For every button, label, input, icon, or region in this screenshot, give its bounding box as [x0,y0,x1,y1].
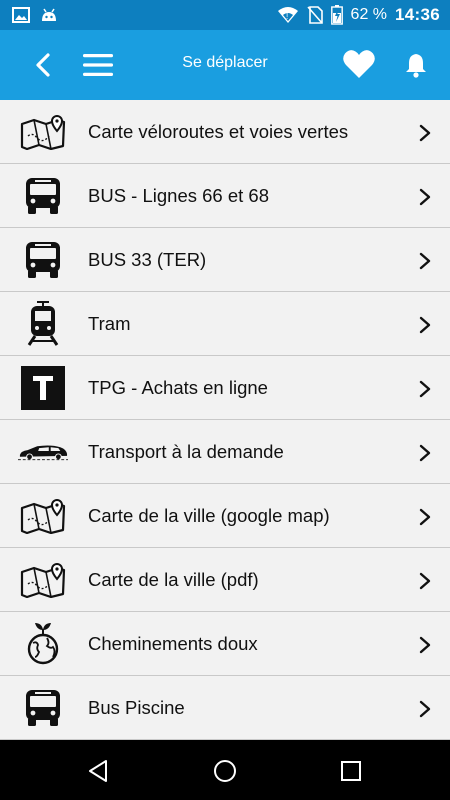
list-item-label: BUS - Lignes 66 et 68 [88,184,269,206]
list-item[interactable]: Carte de la ville (google map) [0,484,450,548]
chevron-right-icon [419,252,431,270]
list-item-label: Tram [88,312,131,334]
list-item-label: Transport à la demande [88,440,284,462]
list-item[interactable]: TPG - Achats en ligne [0,356,450,420]
list-item-label: BUS 33 (TER) [88,248,207,270]
bus-icon [18,236,68,284]
list-item-label: TPG - Achats en ligne [88,376,268,398]
chevron-right-icon [419,380,431,398]
nav-back-icon[interactable] [86,758,112,784]
list-item[interactable]: Tram [0,292,450,356]
chevron-right-icon [419,572,431,590]
wifi-icon: ! [277,7,298,23]
nav-recents-icon[interactable] [338,758,364,784]
chevron-right-icon [419,508,431,526]
list-item-label: Carte de la ville (pdf) [88,568,259,590]
list-item-label: Carte de la ville (google map) [88,504,330,526]
status-bar: ! 62 % 14:36 [0,0,450,30]
list-item-label: Bus Piscine [88,696,185,718]
app-bar: Se déplacer [0,30,450,100]
list-item[interactable]: Carte véloroutes et voies vertes [0,100,450,164]
menu-list: Carte véloroutes et voies vertes BUS - L… [0,100,450,740]
map-pin-icon [18,492,68,540]
map-pin-icon [18,556,68,604]
page-title: Se déplacer [182,54,268,71]
chevron-right-icon [419,700,431,718]
list-item[interactable]: BUS - Lignes 66 et 68 [0,164,450,228]
map-pin-icon [18,108,68,156]
battery-icon [330,5,343,25]
list-item[interactable]: BUS 33 (TER) [0,228,450,292]
eco-globe-icon [18,620,68,668]
tram-icon [18,300,68,348]
android-icon [42,8,56,21]
chevron-right-icon [419,444,431,462]
chevron-right-icon [419,636,431,654]
list-item-label: Carte véloroutes et voies vertes [88,120,349,142]
nav-home-icon[interactable] [212,758,238,784]
bus-icon [18,684,68,732]
van-icon [18,428,68,476]
system-nav-bar [0,740,450,800]
heart-icon[interactable] [342,48,376,80]
list-item[interactable]: Transport à la demande [0,420,450,484]
bell-icon[interactable] [404,52,428,78]
list-item[interactable]: Carte de la ville (pdf) [0,548,450,612]
bus-icon [18,172,68,220]
tpg-t-icon [18,364,68,412]
chevron-right-icon [419,188,431,206]
chevron-right-icon [419,124,431,142]
battery-percent: 62 % [350,6,388,23]
list-item[interactable]: Bus Piscine [0,676,450,740]
list-item-label: Cheminements doux [88,632,258,654]
no-sim-icon [306,6,323,24]
chevron-right-icon [419,316,431,334]
list-item[interactable]: Cheminements doux [0,612,450,676]
svg-text:!: ! [286,12,288,21]
clock: 14:36 [395,5,440,24]
image-icon [12,7,30,23]
